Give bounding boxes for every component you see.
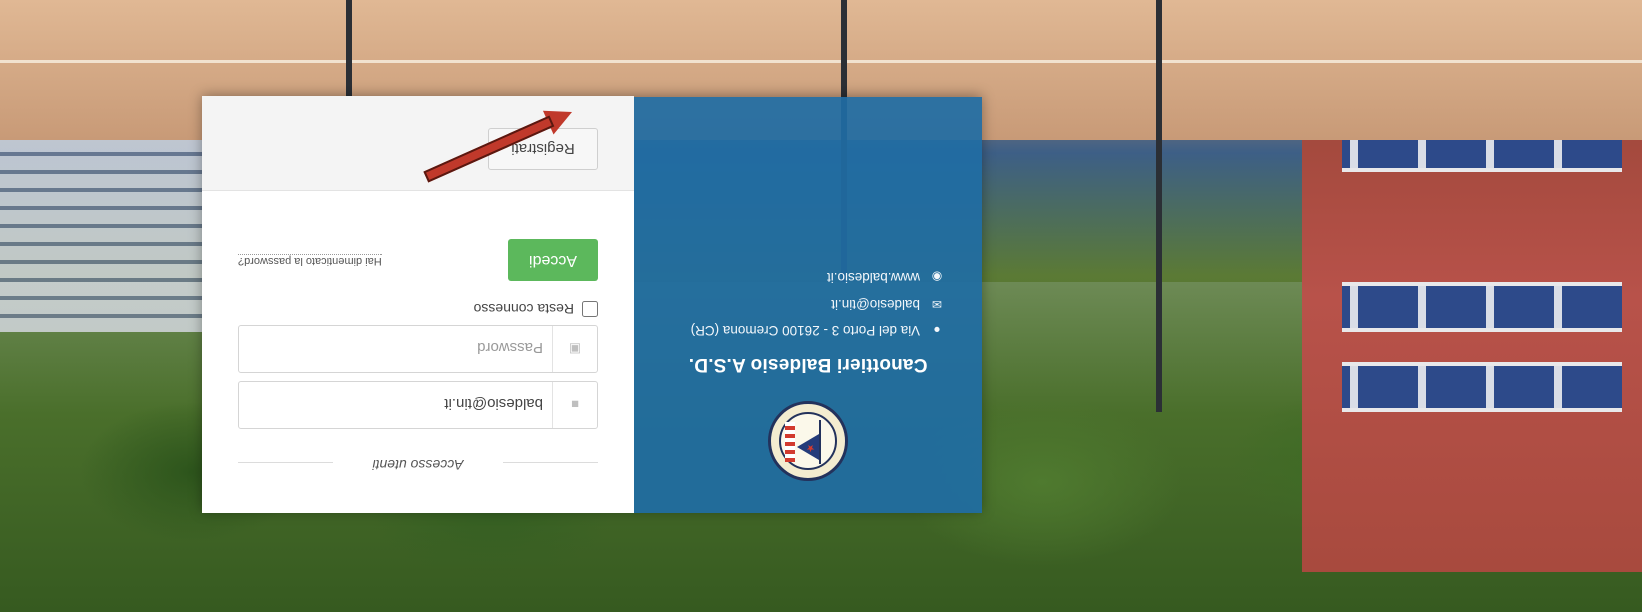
username-field: ■ (238, 380, 598, 429)
section-title: Accesso utenti (238, 453, 598, 473)
remember-me[interactable]: Resta connesso (474, 301, 598, 317)
club-logo: ★ (768, 401, 848, 481)
contact-address: ● Via del Porto 3 - 26100 Cremona (CR) (691, 323, 944, 338)
map-marker-icon: ● (933, 323, 941, 338)
background-building (1302, 72, 1642, 572)
contact-email-text: baldesio@tin.it (831, 297, 920, 312)
username-input[interactable] (251, 380, 545, 428)
background-pole (1156, 0, 1162, 412)
contact-email: ✉ baldesio@tin.it (831, 297, 944, 312)
password-input[interactable] (251, 324, 545, 372)
login-button[interactable]: Accedi (508, 239, 598, 281)
remember-me-checkbox[interactable] (582, 301, 598, 317)
login-actions: Accedi Hai dimenticato la password? (238, 237, 598, 281)
logo-stripes (785, 422, 795, 462)
page-stage: ★ Canottieri Baldesio A.S.D. ● Via del P… (0, 0, 1642, 612)
club-name: Canottieri Baldesio A.S.D. (688, 354, 928, 375)
contact-address-text: Via del Porto 3 - 26100 Cremona (CR) (690, 323, 920, 338)
login-card: ★ Canottieri Baldesio A.S.D. ● Via del P… (202, 96, 982, 513)
contact-website[interactable]: ◉ www.baldesio.it (827, 270, 944, 285)
roof-beam (0, 60, 1642, 63)
building-windows (1342, 282, 1622, 332)
forgot-password-link[interactable]: Hai dimenticato la password? (238, 254, 382, 267)
section-title-text: Accesso utenti (372, 457, 464, 473)
globe-icon: ◉ (931, 270, 943, 285)
divider-line (238, 462, 333, 463)
logo-mast (819, 420, 821, 464)
password-field: ▣ (238, 324, 598, 373)
user-icon: ■ (552, 382, 597, 428)
login-form: Accesso utenti ■ ▣ Resta connesso Accedi… (202, 96, 634, 513)
lock-icon: ▣ (552, 326, 597, 372)
club-info-panel: ★ Canottieri Baldesio A.S.D. ● Via del P… (634, 97, 982, 513)
contact-website-text[interactable]: www.baldesio.it (827, 270, 920, 285)
remember-me-label: Resta connesso (473, 301, 574, 317)
building-windows (1342, 362, 1622, 412)
logo-star-icon: ★ (806, 442, 815, 453)
envelope-icon: ✉ (931, 297, 943, 312)
